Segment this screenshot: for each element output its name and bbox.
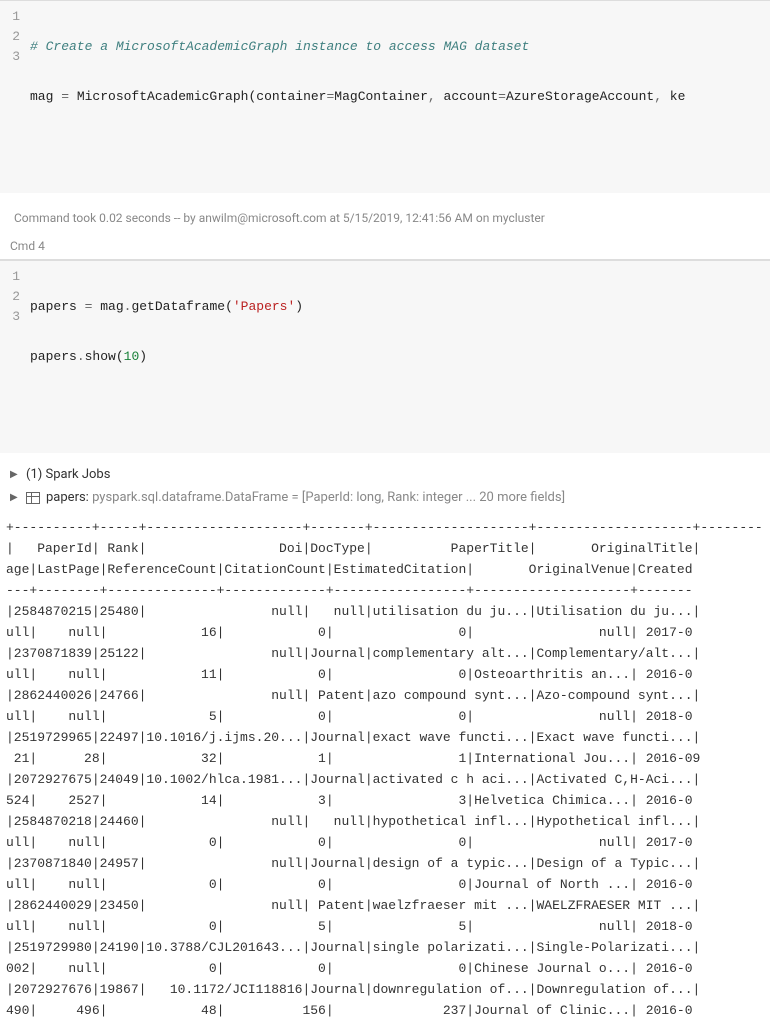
- code-cell-2: 1 2 3 papers = mag.getDataframe('Papers'…: [0, 260, 770, 453]
- spark-jobs-expander[interactable]: ▶ (1) Spark Jobs: [10, 463, 760, 486]
- ascii-row: 490| 496| 48| 156| 237|Journal of Clinic…: [6, 1000, 770, 1021]
- ascii-row: 524| 2527| 14| 3| 3|Helvetica Chimica...…: [6, 790, 770, 811]
- code-token: =: [498, 89, 506, 104]
- cell-label-text: Cmd 4: [10, 239, 45, 253]
- ascii-row: |2370871840|24957| null|Journal|design o…: [6, 853, 770, 874]
- ascii-row: 002| null| 0| 0| 0|Chinese Journal o...|…: [6, 958, 770, 979]
- ascii-row: ull| null| 5| 0| 0| null| 2018-0: [6, 706, 770, 727]
- code-token: ,: [428, 89, 444, 104]
- ascii-row: ull| null| 11| 0| 0|Osteoarthritis an...…: [6, 664, 770, 685]
- code-token: ke: [670, 89, 686, 104]
- dataframe-schema: pyspark.sql.dataframe.DataFrame = [Paper…: [92, 490, 565, 505]
- code-token: 10: [124, 349, 140, 364]
- ascii-row: ull| null| 0| 0| 0|Journal of North ...|…: [6, 874, 770, 895]
- code-token: (: [116, 349, 124, 364]
- line-number: 1: [0, 267, 20, 287]
- code-token: ): [295, 299, 303, 314]
- code-token: getDataframe: [131, 299, 225, 314]
- code-token: MicrosoftAcademicGraph: [77, 89, 249, 104]
- code-comment: # Create a MicrosoftAcademicGraph instan…: [30, 39, 529, 54]
- ascii-row: |2370871839|25122| null|Journal|compleme…: [6, 643, 770, 664]
- code-token: container: [256, 89, 326, 104]
- ascii-row: |2862440026|24766| null| Patent|azo comp…: [6, 685, 770, 706]
- ascii-row: 21| 28| 32| 1| 1|International Jou...| 2…: [6, 748, 770, 769]
- execution-info: Command took 0.02 seconds -- by anwilm@m…: [0, 193, 770, 233]
- code-area[interactable]: 1 2 3 # Create a MicrosoftAcademicGraph …: [0, 1, 770, 193]
- code-token: ): [139, 349, 147, 364]
- line-number: 1: [0, 7, 20, 27]
- code-token: papers: [30, 299, 77, 314]
- line-number: 3: [0, 307, 20, 327]
- ascii-row: ull| null| 0| 0| 0| null| 2017-0: [6, 832, 770, 853]
- code-token: mag: [30, 89, 53, 104]
- code-token: account: [444, 89, 499, 104]
- code-content[interactable]: papers = mag.getDataframe('Papers') pape…: [30, 267, 770, 447]
- dataframe-expander[interactable]: ▶ papers: pyspark.sql.dataframe.DataFram…: [10, 486, 760, 509]
- ascii-row: |2072927675|24049|10.1002/hlca.1981...|J…: [6, 769, 770, 790]
- code-token: MagContainer: [334, 89, 428, 104]
- code-token: =: [53, 89, 76, 104]
- ascii-row: |2584870218|24460| null| null|hypothetic…: [6, 811, 770, 832]
- cell-label: Cmd 4: [0, 233, 770, 260]
- ascii-row: ull| null| 0| 5| 5| null| 2018-0: [6, 916, 770, 937]
- code-token: ,: [654, 89, 670, 104]
- line-number: 2: [0, 27, 20, 47]
- code-area[interactable]: 1 2 3 papers = mag.getDataframe('Papers'…: [0, 261, 770, 453]
- ascii-row: |2072927676|19867| 10.1172/JCI118816|Jou…: [6, 979, 770, 1000]
- ascii-header: | PaperId| Rank| Doi|DocType| PaperTitle…: [6, 538, 770, 559]
- line-number: 2: [0, 287, 20, 307]
- code-token: =: [77, 299, 100, 314]
- ascii-row: ull| null| 16| 0| 0| null| 2017-0: [6, 622, 770, 643]
- code-token: AzureStorageAccount: [506, 89, 654, 104]
- ascii-row: |2584870215|25480| null| null|utilisatio…: [6, 601, 770, 622]
- triangle-right-icon: ▶: [10, 469, 20, 480]
- table-icon: [26, 492, 40, 504]
- line-gutter: 1 2 3: [0, 267, 30, 447]
- line-number: 3: [0, 47, 20, 67]
- code-token: papers: [30, 349, 77, 364]
- ascii-header: age|LastPage|ReferenceCount|CitationCoun…: [6, 559, 770, 580]
- code-token: .: [77, 349, 85, 364]
- dataframe-name: papers:: [46, 490, 92, 505]
- line-gutter: 1 2 3: [0, 7, 30, 187]
- triangle-right-icon: ▶: [10, 492, 20, 503]
- code-cell-1: 1 2 3 # Create a MicrosoftAcademicGraph …: [0, 0, 770, 193]
- ascii-table-output: +----------+-----+--------------------+-…: [0, 509, 770, 1021]
- code-content[interactable]: # Create a MicrosoftAcademicGraph instan…: [30, 7, 770, 187]
- execution-text: Command took 0.02 seconds -- by anwilm@m…: [14, 211, 545, 225]
- code-token: (: [225, 299, 233, 314]
- spark-jobs-label: (1) Spark Jobs: [26, 467, 110, 482]
- ascii-separator: +----------+-----+--------------------+-…: [6, 517, 770, 538]
- ascii-row: |2519729980|24190|10.3788/CJL201643...|J…: [6, 937, 770, 958]
- code-token: show: [85, 349, 116, 364]
- ascii-separator: ---+--------+--------------+------------…: [6, 580, 770, 601]
- code-token: mag: [100, 299, 123, 314]
- output-block: ▶ (1) Spark Jobs ▶ papers: pyspark.sql.d…: [0, 453, 770, 509]
- code-token: 'Papers': [233, 299, 295, 314]
- ascii-row: |2862440029|23450| null| Patent|waelzfra…: [6, 895, 770, 916]
- ascii-row: |2519729965|22497|10.1016/j.ijms.20...|J…: [6, 727, 770, 748]
